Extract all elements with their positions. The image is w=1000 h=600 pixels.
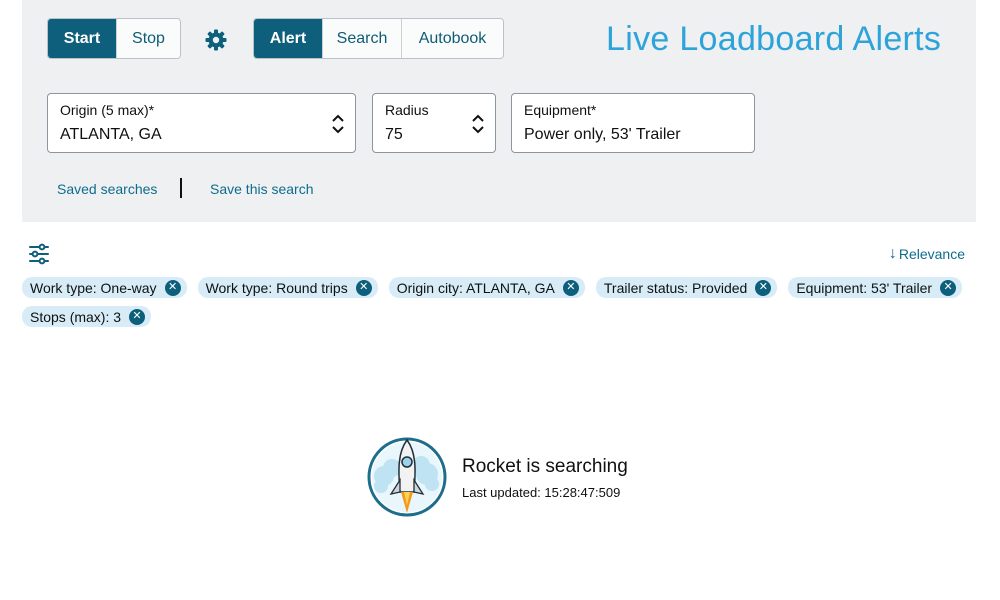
autobook-tab[interactable]: Autobook: [402, 19, 503, 58]
filter-chip: Equipment: 53' Trailer ✕: [788, 277, 963, 298]
remove-chip-icon[interactable]: ✕: [355, 279, 372, 296]
filter-chip-list: Work type: One-way ✕ Work type: Round tr…: [22, 277, 982, 327]
sort-relevance-button[interactable]: ↓ Relevance: [889, 245, 965, 263]
filter-chip-label: Equipment: 53' Trailer: [796, 279, 933, 296]
filter-chip: Work type: Round trips ✕: [197, 277, 378, 298]
up-down-chevron-icon: [332, 114, 344, 134]
remove-chip-icon[interactable]: ✕: [164, 279, 181, 296]
remove-chip-icon[interactable]: ✕: [755, 279, 772, 296]
sort-label: Relevance: [898, 246, 965, 262]
up-down-chevron-icon: [472, 114, 484, 134]
filter-chip: Origin city: ATLANTA, GA ✕: [388, 277, 585, 298]
origin-select[interactable]: Origin (5 max)* ATLANTA, GA: [47, 93, 356, 153]
arrow-down-icon: ↓: [888, 245, 897, 262]
search-tab[interactable]: Search: [323, 19, 402, 58]
filter-chip-label: Work type: Round trips: [205, 279, 348, 296]
last-updated-text: Last updated: 15:28:47:509: [462, 485, 621, 500]
remove-chip-icon[interactable]: ✕: [940, 279, 957, 296]
radius-select[interactable]: Radius 75: [372, 93, 496, 153]
filter-chip: Trailer status: Provided ✕: [595, 277, 778, 298]
origin-label: Origin (5 max)*: [60, 102, 155, 118]
run-toggle-group: Start Stop: [47, 18, 181, 59]
save-search-link[interactable]: Save this search: [210, 181, 314, 197]
saved-searches-link[interactable]: Saved searches: [57, 181, 157, 197]
equipment-label: Equipment*: [524, 102, 597, 118]
filter-chip-label: Trailer status: Provided: [603, 279, 748, 296]
filter-chip-label: Origin city: ATLANTA, GA: [396, 279, 555, 296]
page-title: Live Loadboard Alerts: [606, 20, 942, 58]
filter-chip-label: Stops (max): 3: [30, 308, 122, 325]
filter-chip-label: Work type: One-way: [30, 279, 157, 296]
status-title: Rocket is searching: [462, 456, 628, 477]
radius-label: Radius: [385, 102, 429, 118]
mode-toggle-group: Alert Search Autobook: [253, 18, 504, 59]
equipment-value: Power only, 53' Trailer: [524, 126, 681, 143]
filter-chip: Stops (max): 3 ✕: [22, 306, 152, 327]
start-button[interactable]: Start: [48, 19, 117, 58]
remove-chip-icon[interactable]: ✕: [129, 308, 146, 325]
sliders-icon[interactable]: [28, 243, 50, 265]
filter-chip: Work type: One-way ✕: [22, 277, 187, 298]
rocket-icon: [367, 437, 447, 517]
origin-value: ATLANTA, GA: [60, 126, 162, 143]
gear-icon[interactable]: [204, 28, 228, 52]
link-divider: [180, 178, 182, 198]
remove-chip-icon[interactable]: ✕: [562, 279, 579, 296]
stop-button[interactable]: Stop: [117, 19, 180, 58]
radius-value: 75: [385, 126, 403, 143]
alert-tab[interactable]: Alert: [254, 19, 323, 58]
equipment-field[interactable]: Equipment* Power only, 53' Trailer: [511, 93, 755, 153]
